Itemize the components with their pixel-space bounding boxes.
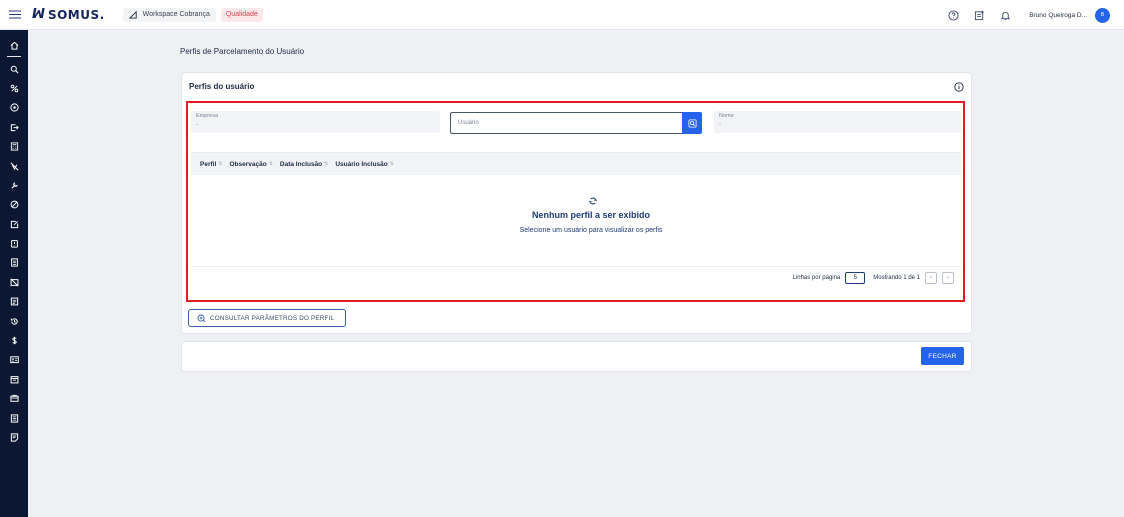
close-button[interactable]: FECHAR: [921, 347, 964, 365]
dollar-icon[interactable]: [0, 331, 28, 350]
workspace-selector[interactable]: Workspace Cobrança: [122, 7, 216, 22]
workspace-label: Workspace Cobrança: [142, 11, 210, 18]
consult-profile-params-button[interactable]: CONSULTAR PARÂMETROS DO PERFIL: [188, 309, 346, 327]
wallet-icon[interactable]: [0, 389, 28, 408]
user-search-button[interactable]: [682, 112, 702, 134]
notes-icon[interactable]: [973, 9, 985, 21]
brand-name: SOMUS.: [47, 7, 105, 22]
column-label: Perfil: [200, 160, 217, 168]
table-header: Perfil ⇅ Observação ⇅ Data Inclusão ⇅ Usuár…: [191, 153, 961, 175]
empty-state-subtitle: Selecione um usuário para visualizar os …: [519, 227, 663, 234]
table-footer-divider: [191, 266, 961, 267]
menu-icon[interactable]: [0, 0, 30, 30]
empty-state-title: Nenhum perfil a ser exibido: [531, 210, 651, 220]
sort-icon: ⇅: [324, 161, 329, 167]
block-icon[interactable]: [0, 195, 28, 214]
help-icon[interactable]: [947, 9, 959, 21]
percent-icon[interactable]: [0, 79, 28, 98]
history-icon[interactable]: [0, 311, 28, 330]
pagination-status: Mostrando 1 de 1: [873, 274, 920, 281]
logo-mark: ꟽ: [32, 7, 45, 22]
home-icon[interactable]: [0, 36, 28, 55]
empresa-label: Empresa: [196, 113, 219, 119]
clipboard-icon[interactable]: [0, 234, 28, 253]
column-header-usuario-inclusao[interactable]: Usuário Inclusão ⇅: [335, 161, 394, 168]
search-icon: [197, 314, 206, 323]
empresa-value: -: [196, 122, 198, 128]
top-bar: ꟽ SOMUS. Workspace Cobrança Qualidade Br…: [0, 0, 1124, 30]
consult-button-label: CONSULTAR PARÂMETROS DO PERFIL: [210, 314, 335, 322]
environment-badge: Qualidade: [220, 7, 263, 22]
no-image-icon[interactable]: [0, 273, 28, 292]
note-icon[interactable]: [0, 428, 28, 447]
card-title: Perfis do usuário: [189, 82, 255, 91]
column-label: Usuário Inclusão: [335, 160, 388, 168]
sort-icon: ⇅: [389, 161, 394, 167]
avatar[interactable]: B: [1095, 7, 1110, 23]
coin-icon[interactable]: [0, 98, 28, 117]
nome-label: Nome: [719, 113, 734, 119]
sort-icon: ⇅: [218, 161, 223, 167]
user-name[interactable]: Bruno Queiroga D...: [1029, 12, 1087, 19]
column-header-data-inclusao[interactable]: Data Inclusão ⇅: [280, 161, 328, 168]
id-card-icon[interactable]: [0, 350, 28, 369]
search-icon: [687, 118, 697, 128]
no-sign-icon[interactable]: [0, 156, 28, 175]
refresh-icon: [588, 196, 598, 206]
page-title: Perfis de Parcelamento do Usuário: [180, 47, 305, 56]
bell-icon[interactable]: [999, 9, 1011, 21]
search-icon[interactable]: [0, 59, 28, 78]
empresa-field: Empresa -: [191, 111, 440, 133]
info-icon[interactable]: [954, 82, 964, 92]
actions-card: [181, 341, 972, 372]
workspace-icon: [128, 10, 138, 19]
sort-icon: ⇅: [268, 161, 273, 167]
logo[interactable]: ꟽ SOMUS.: [32, 7, 105, 22]
column-label: Observação: [229, 160, 267, 168]
report-icon[interactable]: [0, 408, 28, 427]
sidebar: [0, 30, 28, 517]
rows-per-page-label: Linhas por página: [792, 274, 841, 281]
calculator-icon[interactable]: [0, 137, 28, 156]
next-page-button[interactable]: ›: [942, 271, 954, 284]
prev-page-button[interactable]: ‹: [925, 271, 937, 284]
rows-per-page-select[interactable]: 5: [845, 271, 866, 284]
column-header-perfil[interactable]: Perfil ⇅: [200, 161, 222, 168]
list-doc-icon[interactable]: [0, 292, 28, 311]
document-icon[interactable]: [0, 253, 28, 272]
nome-field: Nome -: [714, 111, 961, 133]
nome-value: -: [719, 122, 721, 128]
edit-doc-icon[interactable]: [0, 215, 28, 234]
pagination: Linhas por página 5 Mostrando 1 de 1 ‹ ›: [793, 271, 954, 284]
column-header-observacao[interactable]: Observação ⇅: [229, 161, 272, 168]
column-label: Data Inclusão: [279, 160, 323, 168]
sidebar-divider: [7, 56, 21, 58]
export-icon[interactable]: [0, 118, 28, 137]
usuario-input[interactable]: Usuário: [450, 112, 682, 134]
tools-icon[interactable]: [0, 176, 28, 195]
calendar-icon[interactable]: [0, 370, 28, 389]
